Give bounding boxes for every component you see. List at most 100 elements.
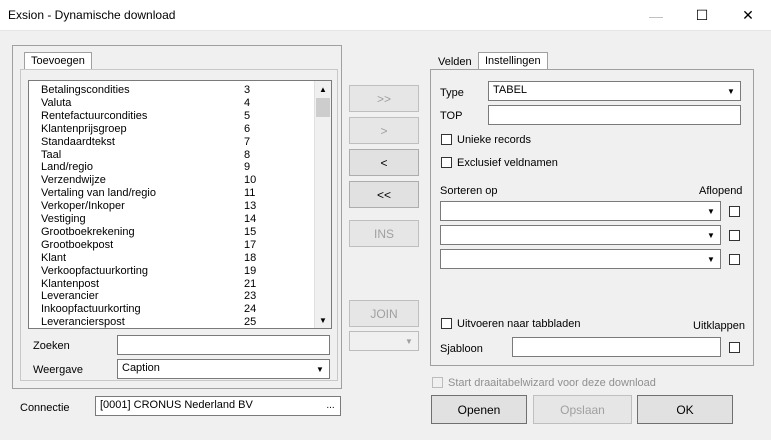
list-item[interactable]: Klantenpost 21: [41, 278, 311, 291]
scroll-up-icon[interactable]: ▲: [315, 81, 331, 97]
chevron-down-icon: ▼: [401, 333, 417, 349]
display-select[interactable]: Caption ▼: [117, 359, 330, 379]
list-item[interactable]: Land/regio 9: [41, 161, 311, 174]
list-item-name: Betalingscondities: [41, 84, 130, 96]
unique-records-checkbox[interactable]: [441, 134, 452, 145]
list-item[interactable]: Verkoper/Inkoper 13: [41, 200, 311, 213]
list-item[interactable]: Taal 8: [41, 149, 311, 162]
sort-select-2[interactable]: ▼: [440, 225, 721, 245]
list-item-number: 24: [244, 303, 257, 316]
list-item[interactable]: Inkoopfactuurkorting 24: [41, 303, 311, 316]
list-item-name: Land/regio: [41, 161, 93, 174]
chevron-down-icon: ▼: [703, 203, 719, 219]
list-item-name: Klantenpost: [41, 277, 100, 290]
add-one-button[interactable]: >: [349, 117, 419, 144]
ok-button[interactable]: OK: [637, 395, 733, 424]
list-item-number: 3: [244, 84, 251, 96]
list-item-number: 11: [244, 187, 256, 200]
open-button[interactable]: Openen: [431, 395, 527, 424]
list-item-name: Leverancier: [41, 290, 99, 303]
ins-button[interactable]: INS: [349, 220, 419, 247]
sort-select-3[interactable]: ▼: [440, 249, 721, 269]
list-item-name: Inkoopfactuurkorting: [41, 303, 141, 316]
chevron-down-icon: ▼: [312, 361, 328, 377]
list-item-name: Vestiging: [41, 213, 86, 225]
list-item-number: 14: [244, 213, 257, 225]
list-item[interactable]: Valuta 4: [41, 97, 311, 110]
descending-checkbox-1[interactable]: [729, 206, 740, 217]
list-item[interactable]: Rentefactuurcondities 5: [41, 110, 311, 123]
list-item-number: 7: [244, 135, 251, 148]
list-item-number: 23: [244, 290, 257, 303]
list-item-number: 9: [244, 161, 251, 174]
pivot-wizard-label: Start draaitabelwizard voor deze downloa…: [448, 377, 656, 389]
list-item[interactable]: Vertaling van land/regio 11: [41, 187, 311, 200]
list-scrollbar[interactable]: ▲ ▼: [314, 81, 331, 328]
remove-all-button[interactable]: <<: [349, 181, 419, 208]
scroll-down-icon[interactable]: ▼: [315, 312, 331, 328]
browse-connection-button[interactable]: ...: [322, 398, 339, 414]
tab-instellingen[interactable]: Instellingen: [478, 52, 548, 70]
sort-select-1[interactable]: ▼: [440, 201, 721, 221]
list-item[interactable]: Grootboekpost 17: [41, 239, 311, 252]
list-item-name: Vertaling van land/regio: [41, 187, 156, 200]
list-item-name: Verkoper/Inkoper: [41, 200, 125, 213]
list-item[interactable]: Verkoopfactuurkorting 19: [41, 265, 311, 278]
scroll-thumb[interactable]: [316, 98, 330, 117]
table-list[interactable]: Betalingscondities 3 Valuta 4 Rentefactuurco…: [28, 80, 332, 329]
list-item-number: 10: [244, 174, 257, 187]
list-item[interactable]: Klant 18: [41, 252, 311, 265]
pivot-wizard-checkbox[interactable]: [432, 377, 443, 388]
search-input[interactable]: [117, 335, 330, 355]
chevron-down-icon: ▼: [723, 83, 739, 99]
add-all-button[interactable]: >>: [349, 85, 419, 112]
export-tabs-checkbox[interactable]: [441, 318, 452, 329]
top-input[interactable]: [488, 105, 741, 125]
type-select[interactable]: TABEL ▼: [488, 81, 741, 101]
list-item[interactable]: Leverancierspost 25: [41, 316, 311, 329]
chevron-down-icon: ▼: [703, 227, 719, 243]
remove-one-button[interactable]: <: [349, 149, 419, 176]
collapse-checkbox[interactable]: [729, 342, 740, 353]
join-select[interactable]: ▼: [349, 331, 419, 351]
list-item-number: 21: [244, 277, 257, 290]
list-item[interactable]: Klantenprijsgroep 6: [41, 123, 311, 136]
descending-checkbox-3[interactable]: [729, 254, 740, 265]
template-input[interactable]: [512, 337, 721, 357]
list-item-number: 4: [244, 96, 251, 109]
list-item-number: 18: [244, 251, 257, 264]
export-tabs-label: Uitvoeren naar tabbladen: [457, 318, 581, 330]
tab-toevoegen[interactable]: Toevoegen: [24, 52, 92, 70]
join-button[interactable]: JOIN: [349, 300, 419, 327]
close-button[interactable]: ✕: [725, 0, 771, 31]
list-item-number: 15: [244, 225, 257, 238]
list-item-name: Grootboekpost: [41, 238, 114, 251]
list-item[interactable]: Leverancier 23: [41, 290, 311, 303]
list-item-number: 5: [244, 109, 251, 122]
list-item-number: 8: [244, 148, 251, 161]
type-label: Type: [440, 87, 464, 99]
list-item-name: Rentefactuurcondities: [41, 109, 148, 122]
connection-input[interactable]: [0001] CRONUS Nederland BV: [95, 396, 341, 416]
display-select-value: Caption: [122, 362, 160, 374]
template-label: Sjabloon: [440, 343, 483, 355]
list-item[interactable]: Betalingscondities 3: [41, 84, 311, 97]
collapse-label: Uitklappen: [693, 320, 745, 332]
minimize-button[interactable]: —: [633, 0, 679, 31]
list-item-name: Taal: [41, 148, 62, 161]
maximize-button[interactable]: ☐: [679, 0, 725, 31]
search-label: Zoeken: [33, 340, 70, 352]
list-item[interactable]: Vestiging 14: [41, 213, 311, 226]
list-item-name: Verkoopfactuurkorting: [41, 264, 149, 277]
list-item-number: 25: [244, 316, 257, 329]
save-button[interactable]: Opslaan: [533, 395, 632, 424]
exclusive-fieldnames-checkbox[interactable]: [441, 157, 452, 168]
list-item[interactable]: Grootboekrekening 15: [41, 226, 311, 239]
chevron-down-icon: ▼: [703, 251, 719, 267]
display-label: Weergave: [33, 364, 83, 376]
list-item[interactable]: Verzendwijze 10: [41, 174, 311, 187]
list-item[interactable]: Standaardtekst 7: [41, 136, 311, 149]
unique-records-label: Unieke records: [457, 134, 531, 146]
descending-checkbox-2[interactable]: [729, 230, 740, 241]
list-item-name: Valuta: [41, 96, 72, 109]
